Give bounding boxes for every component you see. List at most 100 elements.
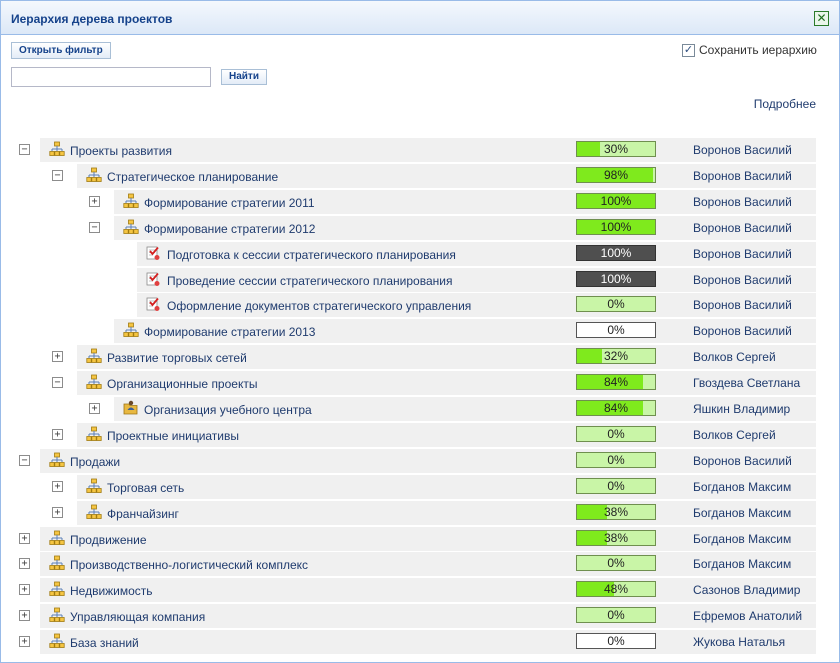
expand-icon[interactable]: + bbox=[52, 351, 63, 362]
progress-bar: 30% bbox=[576, 141, 656, 157]
progress-text: 98% bbox=[603, 168, 629, 182]
progress-text: 84% bbox=[603, 375, 629, 389]
collapse-icon[interactable]: − bbox=[52, 170, 63, 181]
expand-icon[interactable]: + bbox=[52, 429, 63, 440]
tree-row-label[interactable]: Недвижимость bbox=[70, 584, 153, 598]
tree-row-owner[interactable]: Воронов Василий bbox=[693, 221, 792, 235]
tree-row-owner[interactable]: Воронов Василий bbox=[693, 169, 792, 183]
task-icon bbox=[145, 245, 161, 261]
tree-row-owner[interactable]: Воронов Василий bbox=[693, 143, 792, 157]
collapse-icon[interactable]: − bbox=[19, 144, 30, 155]
tree-row-label[interactable]: Формирование стратегии 2011 bbox=[144, 196, 315, 210]
expand-icon[interactable]: + bbox=[89, 196, 100, 207]
progress-bar: 100% bbox=[576, 245, 656, 261]
tree-row[interactable]: + База знаний 0% Жукова Наталья bbox=[1, 630, 839, 654]
tree-row[interactable]: Оформление документов стратегического уп… bbox=[1, 293, 839, 317]
progress-bar: 0% bbox=[576, 426, 656, 442]
find-button[interactable]: Найти bbox=[221, 69, 267, 85]
progress-text: 100% bbox=[600, 246, 632, 260]
tree-row-owner[interactable]: Богданов Максим bbox=[693, 532, 791, 546]
tree-row-owner[interactable]: Воронов Василий bbox=[693, 247, 792, 261]
tree-row-label[interactable]: Производственно-логистический комплекс bbox=[70, 558, 308, 572]
expand-icon[interactable]: + bbox=[19, 533, 30, 544]
more-details-link[interactable]: Подробнее bbox=[754, 97, 816, 111]
progress-text: 32% bbox=[603, 349, 629, 363]
tree-row-label[interactable]: Проекты развития bbox=[70, 144, 172, 158]
tree-row-owner[interactable]: Яшкин Владимир bbox=[693, 402, 790, 416]
close-icon[interactable]: ✕ bbox=[814, 11, 829, 26]
progress-bar: 0% bbox=[576, 607, 656, 623]
tree-row-label[interactable]: База знаний bbox=[70, 636, 139, 650]
search-input[interactable] bbox=[11, 67, 211, 87]
tree-row-owner[interactable]: Воронов Василий bbox=[693, 324, 792, 338]
expand-icon[interactable]: + bbox=[19, 584, 30, 595]
tree-row[interactable]: − Продажи 0% Воронов Василий bbox=[1, 449, 839, 473]
expand-icon[interactable]: + bbox=[52, 481, 63, 492]
progress-bar: 0% bbox=[576, 296, 656, 312]
tree-row-owner[interactable]: Воронов Василий bbox=[693, 454, 792, 468]
tree-row-owner[interactable]: Сазонов Владимир bbox=[693, 583, 800, 597]
tree-row-label[interactable]: Формирование стратегии 2012 bbox=[144, 222, 315, 236]
tree-row[interactable]: + Производственно-логистический комплекс 0… bbox=[1, 552, 839, 576]
tree-row-label[interactable]: Управляющая компания bbox=[70, 610, 205, 624]
tree-row[interactable]: + Организация учебного центра 84% Яшкин Вла… bbox=[1, 397, 839, 421]
tree-row[interactable]: + Франчайзинг 38% Богданов Максим bbox=[1, 501, 839, 525]
tree-row-label[interactable]: Подготовка к сессии стратегического план… bbox=[167, 248, 456, 262]
tree-row-owner[interactable]: Волков Сергей bbox=[693, 428, 776, 442]
hierarchy-icon bbox=[49, 633, 65, 649]
task-icon bbox=[145, 296, 161, 312]
tree-row[interactable]: − Организационные проекты 84% Гвоздева Свет… bbox=[1, 371, 839, 395]
tree-row[interactable]: − Стратегическое планирование 98% Воронов В… bbox=[1, 164, 839, 188]
tree-row-label[interactable]: Формирование стратегии 2013 bbox=[144, 325, 315, 339]
tree-row-label[interactable]: Организация учебного центра bbox=[144, 403, 312, 417]
tree-row[interactable]: + Продвижение 38% Богданов Максим bbox=[1, 527, 839, 551]
tree-row-label[interactable]: Проектные инициативы bbox=[107, 429, 239, 443]
tree-row-label[interactable]: Стратегическое планирование bbox=[107, 170, 278, 184]
tree-row-owner[interactable]: Волков Сергей bbox=[693, 350, 776, 364]
save-hierarchy-label: Сохранить иерархию bbox=[699, 43, 817, 57]
open-filter-button[interactable]: Открыть фильтр bbox=[11, 42, 111, 59]
expand-icon[interactable]: + bbox=[19, 610, 30, 621]
tree-row[interactable]: − Формирование стратегии 2012 100% Воронов … bbox=[1, 216, 839, 240]
tree-row[interactable]: + Недвижимость 48% Сазонов Владимир bbox=[1, 578, 839, 602]
collapse-icon[interactable]: − bbox=[19, 455, 30, 466]
tree-row[interactable]: Подготовка к сессии стратегического план… bbox=[1, 242, 839, 266]
tree-row-owner[interactable]: Богданов Максим bbox=[693, 506, 791, 520]
tree-row-label[interactable]: Продажи bbox=[70, 455, 120, 469]
hierarchy-icon bbox=[86, 504, 102, 520]
tree-row[interactable]: + Формирование стратегии 2011 100% Воронов … bbox=[1, 190, 839, 214]
tree-row-owner[interactable]: Гвоздева Светлана bbox=[693, 376, 800, 390]
tree-row-owner[interactable]: Жукова Наталья bbox=[693, 635, 785, 649]
tree-row-owner[interactable]: Богданов Максим bbox=[693, 557, 791, 571]
save-hierarchy-toggle[interactable]: ✓ Сохранить иерархию bbox=[682, 43, 817, 57]
expand-icon[interactable]: + bbox=[89, 403, 100, 414]
tree-row-owner[interactable]: Воронов Василий bbox=[693, 298, 792, 312]
tree-row-label[interactable]: Торговая сеть bbox=[107, 481, 184, 495]
tree-row[interactable]: Формирование стратегии 2013 0% Воронов Вас… bbox=[1, 319, 839, 343]
tree-row-label[interactable]: Проведение сессии стратегического планир… bbox=[167, 274, 452, 288]
tree-row-owner[interactable]: Воронов Василий bbox=[693, 195, 792, 209]
tree-row-label[interactable]: Оформление документов стратегического уп… bbox=[167, 299, 471, 313]
tree-row-label[interactable]: Продвижение bbox=[70, 533, 147, 547]
collapse-icon[interactable]: − bbox=[52, 377, 63, 388]
tree-row[interactable]: + Развитие торговых сетей 32% Волков Сергей bbox=[1, 345, 839, 369]
tree-row-label[interactable]: Франчайзинг bbox=[107, 507, 179, 521]
collapse-icon[interactable]: − bbox=[89, 222, 100, 233]
tree-row[interactable]: + Управляющая компания 0% Ефремов Анатолий bbox=[1, 604, 839, 628]
progress-bar: 0% bbox=[576, 633, 656, 649]
tree-row[interactable]: + Торговая сеть 0% Богданов Максим bbox=[1, 475, 839, 499]
progress-text: 0% bbox=[607, 323, 625, 337]
progress-bar: 38% bbox=[576, 530, 656, 546]
tree-row-owner[interactable]: Воронов Василий bbox=[693, 273, 792, 287]
tree-row-label[interactable]: Организационные проекты bbox=[107, 377, 257, 391]
tree-row-owner[interactable]: Ефремов Анатолий bbox=[693, 609, 802, 623]
tree-row-label[interactable]: Развитие торговых сетей bbox=[107, 351, 247, 365]
tree-row[interactable]: − Проекты развития 30% Воронов Василий bbox=[1, 138, 839, 162]
tree-row[interactable]: + Проектные инициативы 0% Волков Сергей bbox=[1, 423, 839, 447]
tree-row[interactable]: Проведение сессии стратегического планир… bbox=[1, 268, 839, 292]
expand-icon[interactable]: + bbox=[52, 507, 63, 518]
expand-icon[interactable]: + bbox=[19, 636, 30, 647]
expand-icon[interactable]: + bbox=[19, 558, 30, 569]
save-hierarchy-checkbox[interactable]: ✓ bbox=[682, 43, 695, 57]
tree-row-owner[interactable]: Богданов Максим bbox=[693, 480, 791, 494]
